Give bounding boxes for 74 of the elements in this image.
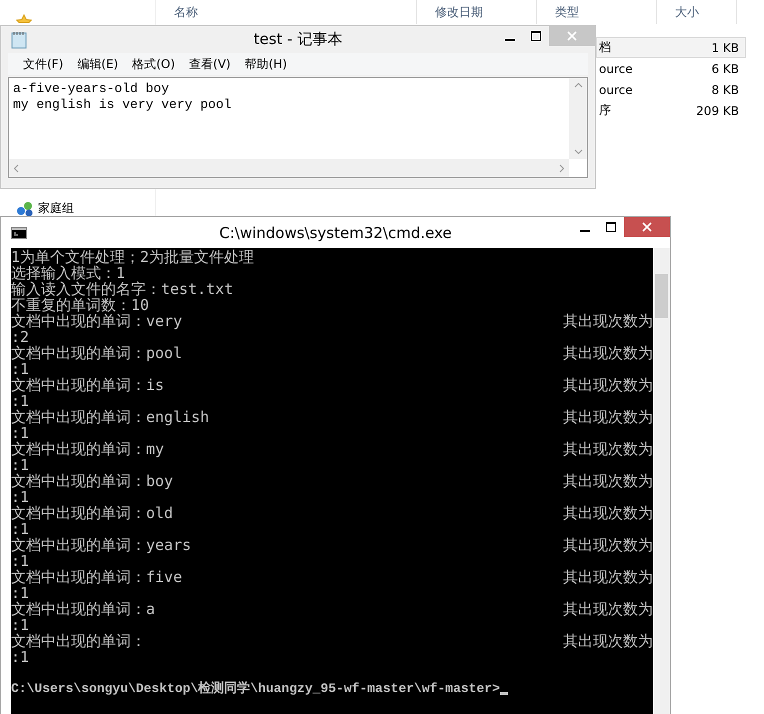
console-line: 文档中出现的单词： [11, 633, 146, 649]
text-line: a-five-years-old boy [13, 81, 170, 97]
window-title: test - 记事本 [254, 30, 342, 48]
file-row[interactable]: 序 209 KB [596, 100, 746, 121]
console-line: 文档中出现的单词：english [11, 409, 210, 425]
console-icon [11, 226, 27, 238]
console-line: 文档中出现的单词：five [11, 569, 182, 585]
menu-item[interactable]: 格式(O) [125, 56, 182, 72]
homegroup-icon [16, 200, 34, 216]
menu-item[interactable]: 帮助(H) [238, 56, 294, 72]
console-line: 其出现次数为 [563, 473, 653, 489]
file-row[interactable]: 档 1 KB [596, 37, 746, 58]
console-line: 其出现次数为 [563, 409, 653, 425]
console-line: :1 [11, 521, 30, 537]
console-line: 文档中出现的单词：very [11, 313, 182, 329]
console-line: 1为单个文件处理；2为批量文件处理 [11, 249, 254, 265]
console-line: 其出现次数为 [563, 633, 653, 649]
command-prompt[interactable]: C:\Users\songyu\Desktop\检测同学\huangzy_95-wf-master\wf-master> [11, 681, 500, 697]
console-line: :1 [11, 393, 30, 409]
console-line: 其出现次数为 [563, 601, 653, 617]
nav-item[interactable]: 家庭组 [38, 200, 74, 217]
cursor-icon [500, 692, 508, 695]
console-line: 其出现次数为 [563, 345, 653, 361]
console-line: :1 [11, 489, 30, 505]
close-button[interactable] [624, 217, 670, 237]
column-header[interactable]: 名称 [156, 0, 417, 24]
console-line: 文档中出现的单词：my [11, 441, 164, 457]
console-line: 文档中出现的单词：pool [11, 345, 182, 361]
minimize-icon [505, 38, 515, 40]
minimize-icon [580, 230, 590, 232]
console-line: 文档中出现的单词：boy [11, 473, 174, 489]
console-line: 输入读入文件的名字：test.txt [11, 281, 234, 297]
maximize-icon [606, 222, 616, 232]
scroll-left-icon[interactable] [13, 164, 19, 172]
console-line: 其出现次数为 [563, 569, 653, 585]
scroll-up-icon[interactable] [574, 82, 582, 88]
console-line: :2 [11, 329, 30, 345]
notepad-icon [11, 30, 27, 48]
console-line: :1 [11, 457, 30, 473]
console-line: 其出现次数为 [563, 441, 653, 457]
file-row[interactable]: ource 8 KB [596, 79, 746, 100]
console-line: :1 [11, 649, 30, 665]
scrollbar[interactable] [653, 248, 670, 714]
window-title: C:\windows\system32\cmd.exe [219, 224, 452, 242]
console-line: 文档中出现的单词：is [11, 377, 164, 393]
console-line: :1 [11, 585, 30, 601]
console-line: :1 [11, 425, 30, 441]
file-row[interactable]: ource 6 KB [596, 58, 746, 79]
text-line: my english is very very pool [13, 97, 232, 113]
menu-item[interactable]: 编辑(E) [70, 56, 126, 72]
close-icon [642, 222, 652, 232]
menu-item[interactable]: 文件(F) [16, 56, 70, 72]
column-header[interactable]: 大小 [657, 0, 737, 24]
console-line: 选择输入模式：1 [11, 265, 126, 281]
console-line: 其出现次数为 [563, 537, 653, 553]
console-line: 文档中出现的单词：years [11, 537, 192, 553]
console-line: :1 [11, 553, 30, 569]
scroll-down-icon[interactable] [574, 149, 582, 155]
console-line: 文档中出现的单词：old [11, 505, 174, 521]
console-line: 不重复的单词数：10 [11, 297, 150, 313]
text-area[interactable]: a-five-years-old boy my english is very very pool [8, 77, 588, 178]
star-icon [16, 14, 32, 25]
console-line: :1 [11, 617, 30, 633]
scroll-right-icon[interactable] [559, 164, 565, 172]
console-line: 其出现次数为 [563, 313, 653, 329]
console-line: 其出现次数为 [563, 377, 653, 393]
column-header[interactable]: 修改日期 [417, 0, 537, 24]
close-icon [567, 31, 577, 41]
console-line: 其出现次数为 [563, 505, 653, 521]
console-line: :1 [11, 361, 30, 377]
console-line: 文档中出现的单词：a [11, 601, 156, 617]
maximize-icon [531, 31, 541, 41]
menu-item[interactable]: 查看(V) [182, 56, 238, 72]
column-header[interactable]: 类型 [537, 0, 657, 24]
